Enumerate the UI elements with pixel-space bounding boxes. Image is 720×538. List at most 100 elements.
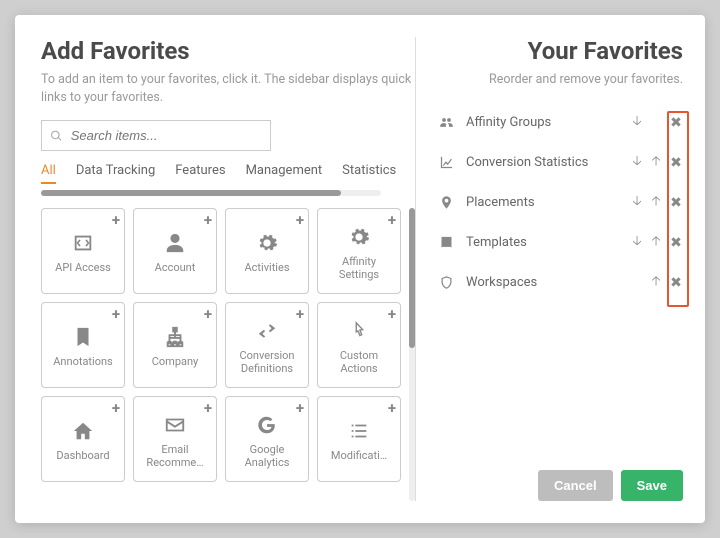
category-tabs: All Data Tracking Features Management Statis…	[41, 159, 415, 190]
your-favorites-pane: Your Favorites Reorder and remove your f…	[416, 15, 705, 523]
add-icon: +	[388, 399, 396, 417]
item-card[interactable]: + Annotations	[41, 302, 125, 388]
favorite-row: Placements 🡣 🡡 ✖	[436, 183, 683, 223]
tab-statistics[interactable]: Statistics	[342, 163, 396, 184]
move-down-button[interactable]: 🡣	[630, 112, 644, 134]
favorites-modal: Add Favorites To add an item to your fav…	[15, 15, 705, 523]
your-favorites-title: Your Favorites	[436, 37, 683, 65]
your-favorites-subtitle: Reorder and remove your favorites.	[436, 71, 683, 89]
modal-footer: Cancel Save	[436, 470, 683, 501]
tab-features[interactable]: Features	[175, 163, 225, 184]
add-icon: +	[204, 305, 212, 323]
remove-button[interactable]: ✖	[669, 275, 683, 291]
item-card[interactable]: + Conversion Definitions	[225, 302, 309, 388]
remove-button[interactable]: ✖	[669, 195, 683, 211]
items-grid: + API Access+ Account+ Activities+ Affin…	[41, 208, 415, 482]
google-icon	[256, 411, 278, 439]
pointer-icon	[348, 317, 370, 345]
remove-button[interactable]: ✖	[669, 235, 683, 251]
item-label: Affinity Settings	[322, 255, 396, 281]
envelope-icon	[164, 411, 186, 439]
move-up-button[interactable]: 🡡	[649, 272, 663, 294]
favorite-label: Workspaces	[466, 275, 630, 290]
gears-icon	[348, 223, 370, 251]
item-label: Custom Actions	[322, 349, 396, 375]
favorite-row: Workspaces 🡣 🡡 ✖	[436, 263, 683, 303]
users-icon	[436, 115, 456, 130]
add-icon: +	[204, 399, 212, 417]
move-down-button[interactable]: 🡣	[630, 232, 644, 254]
item-label: Conversion Definitions	[230, 349, 304, 375]
item-card[interactable]: + Dashboard	[41, 396, 125, 482]
item-label: Activities	[245, 261, 290, 274]
pin-icon	[436, 195, 456, 210]
tab-management[interactable]: Management	[246, 163, 323, 184]
add-icon: +	[112, 211, 120, 229]
add-icon: +	[388, 211, 396, 229]
list-icon	[348, 417, 370, 445]
exchange-icon	[256, 317, 278, 345]
add-icon: +	[204, 211, 212, 229]
user-icon	[164, 229, 186, 257]
favorite-row: Conversion Statistics 🡣 🡡 ✖	[436, 143, 683, 183]
move-up-button[interactable]: 🡡	[649, 192, 663, 214]
move-down-button[interactable]: 🡣	[630, 152, 644, 174]
add-favorites-title: Add Favorites	[41, 37, 415, 65]
favorite-label: Templates	[466, 235, 630, 250]
move-up-button[interactable]: 🡡	[649, 232, 663, 254]
favorites-list: Affinity Groups 🡣 🡡 ✖ Conversion Statist…	[436, 103, 683, 303]
chart-icon	[436, 155, 456, 170]
tab-data-tracking[interactable]: Data Tracking	[76, 163, 155, 184]
add-icon: +	[296, 399, 304, 417]
code-icon	[72, 229, 94, 257]
search-box[interactable]	[41, 120, 271, 151]
tabs-scrollbar[interactable]	[41, 190, 381, 196]
favorite-label: Placements	[466, 195, 630, 210]
search-icon	[50, 129, 63, 143]
favorite-row: Affinity Groups 🡣 🡡 ✖	[436, 103, 683, 143]
item-card[interactable]: + Activities	[225, 208, 309, 294]
favorite-row: Templates 🡣 🡡 ✖	[436, 223, 683, 263]
items-scrollbar[interactable]	[409, 208, 415, 501]
item-label: Dashboard	[56, 449, 109, 462]
tab-all[interactable]: All	[41, 163, 56, 184]
gears-icon	[256, 229, 278, 257]
move-down-button[interactable]: 🡣	[630, 192, 644, 214]
shield-icon	[436, 275, 456, 290]
save-button[interactable]: Save	[621, 470, 683, 501]
item-card[interactable]: + Google Analytics	[225, 396, 309, 482]
item-card[interactable]: + Custom Actions	[317, 302, 401, 388]
add-icon: +	[296, 211, 304, 229]
add-icon: +	[388, 305, 396, 323]
items-grid-wrap: + API Access+ Account+ Activities+ Affin…	[41, 208, 415, 501]
item-label: Modificati…	[331, 449, 387, 462]
item-label: Company	[152, 355, 199, 368]
item-card[interactable]: + API Access	[41, 208, 125, 294]
remove-button[interactable]: ✖	[669, 115, 683, 131]
item-card[interactable]: + Company	[133, 302, 217, 388]
favorite-label: Affinity Groups	[466, 115, 630, 130]
item-card[interactable]: + Email Recomme…	[133, 396, 217, 482]
sitemap-icon	[164, 323, 186, 351]
cancel-button[interactable]: Cancel	[538, 470, 613, 501]
item-label: API Access	[55, 261, 111, 274]
move-up-button[interactable]: 🡡	[649, 152, 663, 174]
add-favorites-pane: Add Favorites To add an item to your fav…	[15, 15, 415, 523]
item-card[interactable]: + Account	[133, 208, 217, 294]
add-favorites-subtitle: To add an item to your favorites, click …	[41, 71, 415, 106]
home-icon	[72, 417, 94, 445]
item-label: Google Analytics	[230, 443, 304, 469]
favorite-label: Conversion Statistics	[466, 155, 630, 170]
search-input[interactable]	[69, 127, 262, 144]
add-icon: +	[112, 305, 120, 323]
item-label: Annotations	[53, 355, 112, 368]
add-icon: +	[112, 399, 120, 417]
item-card[interactable]: + Modificati…	[317, 396, 401, 482]
bookmark-icon	[72, 323, 94, 351]
item-label: Account	[155, 261, 196, 274]
item-card[interactable]: + Affinity Settings	[317, 208, 401, 294]
remove-button[interactable]: ✖	[669, 155, 683, 171]
add-icon: +	[296, 305, 304, 323]
item-label: Email Recomme…	[138, 443, 212, 469]
book-icon	[436, 235, 456, 250]
